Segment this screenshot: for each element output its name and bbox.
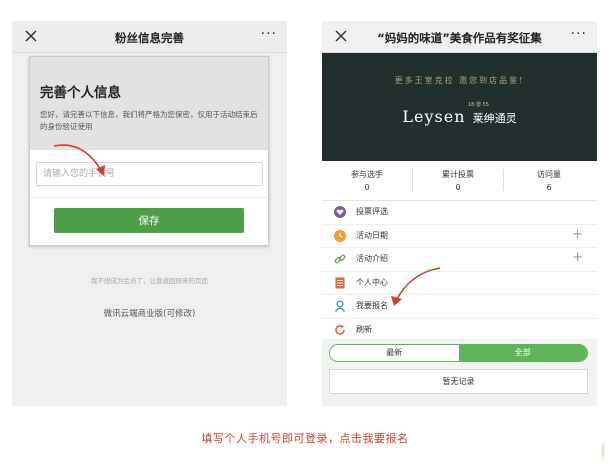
dialog-heading: 完善个人信息: [40, 85, 121, 101]
activity-menu: 投票评选 活动日期 + 活动介绍 + 个人中心 我要报名 刷新: [322, 201, 597, 342]
stat-value: 0: [455, 183, 461, 192]
link-icon: [334, 254, 346, 264]
refresh-icon: [335, 324, 345, 335]
phone-number-input[interactable]: [36, 162, 263, 186]
expand-icon[interactable]: +: [572, 227, 583, 243]
page-title: 粉丝信息完善: [115, 31, 184, 45]
clock-icon: [334, 229, 346, 242]
stat-label: 参与选手: [351, 170, 383, 179]
menu-item-vote[interactable]: 投票评选: [322, 201, 597, 225]
menu-item-intro[interactable]: 活动介绍 +: [322, 248, 597, 272]
tab-latest[interactable]: 最新: [330, 345, 459, 361]
nav-bar: 粉丝信息完善 ···: [12, 21, 287, 53]
close-icon[interactable]: [22, 27, 40, 45]
stat-label: 访问量: [537, 170, 561, 179]
stat-value: 0: [364, 183, 370, 192]
menu-item-label: 刷新: [356, 324, 372, 334]
nav-bar: “妈妈的味道”美食作品有奖征集 ···: [322, 21, 597, 53]
empty-records: 暂无记录: [329, 369, 588, 394]
menu-item-profile[interactable]: 个人中心: [322, 272, 597, 295]
stats-bar: 参与选手 0 累计投票 0 访问量 6: [322, 161, 597, 201]
expand-icon[interactable]: +: [572, 250, 583, 266]
menu-item-signup[interactable]: 我要报名: [322, 295, 597, 319]
stat-value: 6: [546, 183, 552, 192]
dialog-header: 完善个人信息 您好，请完善以下信息，我们将严格为您保密，仅用于活动结束后的身份验…: [30, 57, 268, 150]
sponsor-banner: 更多王室克拉 邀您到店品鉴! 18·雷·55 Leysen 莱绅通灵: [322, 53, 597, 161]
right-phone-screen: “妈妈的味道”美食作品有奖征集 ··· 更多王室克拉 邀您到店品鉴! 18·雷·…: [322, 21, 597, 406]
profile-form-dialog: 完善个人信息 您好，请完善以下信息，我们将严格为您保密，仅用于活动结束后的身份验…: [29, 56, 269, 246]
banner-slogan: 更多王室克拉 邀您到店品鉴!: [394, 76, 525, 85]
tab-all[interactable]: 全部: [458, 345, 587, 361]
left-phone-screen: 粉丝信息完善 ··· 完善个人信息 您好，请完善以下信息，我们将严格为您保密，仅…: [12, 21, 287, 406]
menu-item-label: 活动日期: [356, 230, 388, 240]
page-title: “妈妈的味道”美食作品有奖征集: [377, 31, 542, 45]
more-menu-icon[interactable]: ···: [261, 27, 277, 41]
stat-visits: 访问量 6: [504, 169, 594, 192]
menu-item-label: 个人中心: [356, 277, 388, 287]
user-icon: [334, 300, 346, 312]
divider: [30, 197, 268, 198]
close-icon[interactable]: [332, 27, 350, 45]
entries-panel: 最新 全部 暂无记录: [322, 339, 597, 406]
brand-footer: 微讯云端商业版(可修改): [103, 309, 196, 319]
filter-tabs: 最新 全部: [329, 344, 588, 362]
heart-icon: [334, 206, 346, 218]
logo-text-zh: 莱绅通灵: [472, 112, 517, 125]
stat-label: 累计投票: [442, 170, 474, 179]
dialog-description: 您好，请完善以下信息，我们将严格为您保密，仅用于活动结束后的身份验证使用: [40, 110, 258, 131]
stat-votes: 累计投票 0: [413, 169, 503, 192]
decorative-leaf-icon: [601, 442, 605, 460]
return-link[interactable]: 我不想成为会员了，让我返回原来的页面: [12, 275, 287, 285]
menu-item-label: 我要报名: [356, 301, 388, 310]
menu-item-label: 活动介绍: [356, 254, 388, 263]
menu-item-date[interactable]: 活动日期 +: [322, 225, 597, 248]
brand-logo: Leysen 莱绅通灵: [322, 107, 597, 126]
stat-participants: 参与选手 0: [322, 169, 412, 192]
more-menu-icon[interactable]: ···: [571, 27, 587, 41]
instruction-caption: 填写个人手机号即可登录，点击我要报名: [201, 432, 409, 445]
save-button[interactable]: 保存: [54, 208, 244, 233]
menu-item-label: 投票评选: [356, 207, 388, 216]
list-icon: [335, 277, 345, 288]
logo-text-en: Leysen: [402, 107, 466, 126]
